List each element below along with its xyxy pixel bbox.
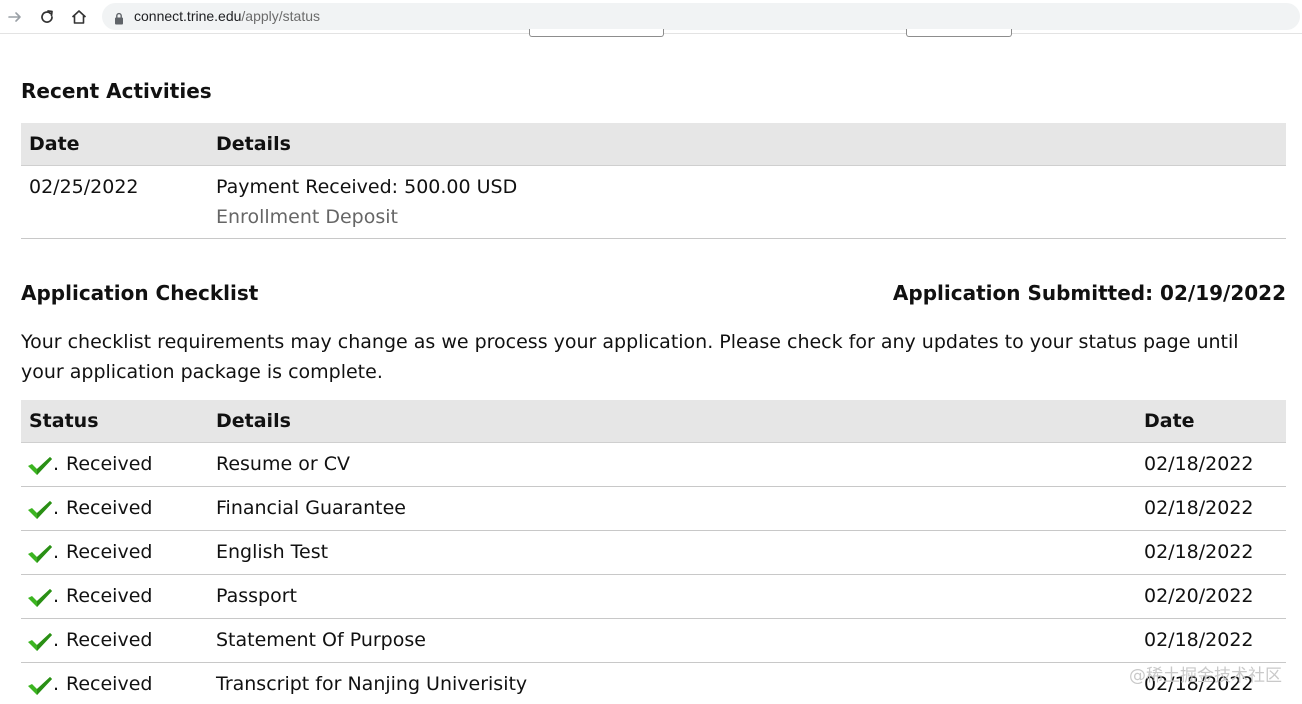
item-date: 02/18/2022 [1144,453,1254,475]
table-row: . Received Resume or CV 02/18/2022 [21,443,1286,487]
recent-activities-title: Recent Activities [21,79,212,103]
item-detail: Statement Of Purpose [216,629,426,651]
lock-icon [114,10,124,29]
recent-table-header: Date Details [21,123,1286,166]
item-detail: Passport [216,585,297,607]
forward-arrow-icon[interactable] [4,6,26,28]
table-row: . Received Financial Guarantee 02/18/202… [21,487,1286,531]
green-check-icon [27,588,53,612]
status-dot: . [53,541,60,563]
status-text: Received [66,541,153,563]
clipped-button-right[interactable] [906,29,1012,37]
activity-detail: Payment Received: 500.00 USD [216,176,518,198]
status-dot: . [53,497,60,519]
green-check-icon [27,456,53,480]
table-row: . Received Statement Of Purpose 02/18/20… [21,619,1286,663]
col-date: Date [1144,410,1195,432]
status-dot: . [53,673,60,695]
item-detail: Financial Guarantee [216,497,406,519]
item-detail: Resume or CV [216,453,350,475]
activity-subdetail: Enrollment Deposit [216,206,398,228]
reload-icon[interactable] [36,6,58,28]
green-check-icon [27,500,53,524]
col-details: Details [216,133,291,155]
table-row: . Received Transcript for Nanjing Univer… [21,663,1286,704]
checklist-table-header: Status Details Date [21,400,1286,443]
item-date: 02/20/2022 [1144,585,1254,607]
table-row: 02/25/2022 Payment Received: 500.00 USD … [21,166,1286,239]
green-check-icon [27,632,53,656]
table-row: . Received Passport 02/20/2022 [21,575,1286,619]
url-domain: connect.trine.edu [134,8,242,24]
application-submitted-date: Application Submitted: 02/19/2022 [892,281,1286,305]
item-detail: Transcript for Nanjing Univerisity [216,673,528,695]
address-bar[interactable]: connect.trine.edu/apply/status [102,3,1300,30]
checklist-note: Your checklist requirements may change a… [21,331,1239,383]
status-dot: . [53,585,60,607]
col-details: Details [216,410,291,432]
recent-activities-table: Date Details 02/25/2022 Payment Received… [21,123,1286,239]
application-checklist-title: Application Checklist [21,281,259,305]
table-row: . Received English Test 02/18/2022 [21,531,1286,575]
status-text: Received [66,497,153,519]
col-date: Date [29,133,80,155]
status-text: Received [66,453,153,475]
item-date: 02/18/2022 [1144,629,1254,651]
watermark: @稀土掘金技术社区 [1129,666,1282,686]
url-path: /apply/status [241,8,321,24]
status-text: Received [66,629,153,651]
item-detail: English Test [216,541,329,563]
status-text: Received [66,673,153,695]
home-icon[interactable] [68,6,90,28]
green-check-icon [27,676,53,700]
item-date: 02/18/2022 [1144,541,1254,563]
status-dot: . [53,453,60,475]
col-status: Status [29,410,99,432]
status-text: Received [66,585,153,607]
activity-date: 02/25/2022 [29,176,139,198]
status-dot: . [53,629,60,651]
green-check-icon [27,544,53,568]
clipped-button-left[interactable] [529,29,664,37]
item-date: 02/18/2022 [1144,497,1254,519]
url-text: connect.trine.edu/apply/status [134,8,320,24]
checklist-table: Status Details Date . Received Resume or… [21,400,1286,704]
